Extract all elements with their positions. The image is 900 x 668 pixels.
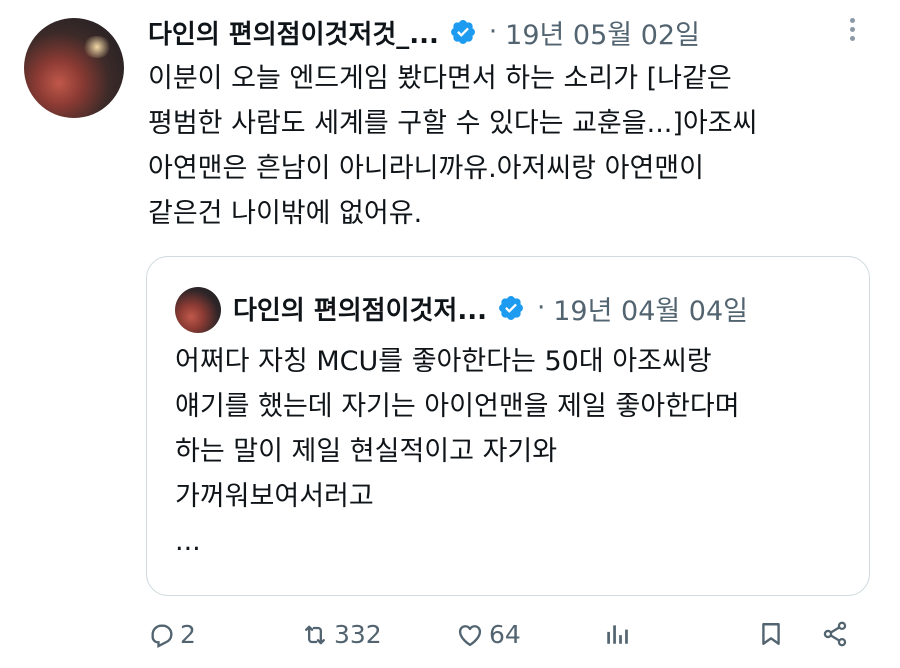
author-name[interactable]: 다인의 편의점이것저것_...	[148, 14, 439, 51]
bookmark-icon	[758, 620, 784, 648]
avatar-photo-highlight	[82, 36, 112, 58]
verified-badge-icon	[449, 18, 477, 46]
quote-text-line: 어쩌다 자칭 MCU를 좋아한다는 50대 아조씨랑	[175, 346, 712, 377]
tweet-header: 다인의 편의점이것저것_... · 19년 05월 02일	[148, 10, 700, 54]
quote-date: 19년 04월 04일	[553, 295, 748, 327]
avatar[interactable]	[24, 18, 124, 118]
reply-icon	[148, 621, 176, 649]
tweet-text: 이분이 오늘 엔드게임 봤다면서 하는 소리가 [나같은 평범한 사람도 세계를…	[148, 56, 868, 236]
analytics-icon	[604, 620, 630, 648]
quote-header: 다인의 편의점이것저... · 19년 04월 04일	[233, 285, 748, 331]
quote-text: 어쩌다 자칭 MCU를 좋아한다는 50대 아조씨랑 얘기를 했는데 자기는 아…	[175, 339, 855, 564]
quote-text-line: 얘기를 했는데 자기는 아이언맨을 제일 좋아한다며	[175, 391, 740, 422]
quote-text-line: ...	[175, 526, 201, 557]
quote-separator: ·	[536, 293, 546, 323]
tweet-text-line: 평범한 사람도 세계를 구할 수 있다는 교훈을...]아조씨	[148, 108, 758, 139]
heart-icon	[455, 621, 485, 649]
quote-avatar	[175, 287, 221, 333]
tweet-text-line: 아연맨은 흔남이 아니라니까유.아저씨랑 아연맨이	[148, 153, 704, 184]
action-bar: 2 332 64	[0, 612, 900, 668]
quote-text-line: 하는 말이 제일 현실적이고 자기와	[175, 436, 558, 467]
like-button[interactable]: 64	[455, 620, 521, 649]
quote-author-name: 다인의 편의점이것저...	[233, 295, 487, 326]
reply-count: 2	[180, 620, 196, 649]
verified-badge-icon	[497, 294, 525, 322]
reply-button[interactable]: 2	[148, 620, 196, 649]
share-button[interactable]	[820, 620, 850, 648]
tweet-text-line: 같은건 나이밖에 없어유.	[148, 198, 423, 229]
retweet-button[interactable]: 332	[300, 620, 382, 649]
separator: ·	[488, 17, 498, 47]
tweet-date[interactable]: 19년 05월 02일	[505, 13, 700, 52]
retweet-icon	[300, 621, 330, 649]
share-icon	[820, 620, 850, 648]
like-count: 64	[489, 620, 521, 649]
quote-text-line: 가꺼워보여서러고	[175, 481, 374, 512]
bookmark-button[interactable]	[758, 620, 784, 648]
more-icon[interactable]	[842, 18, 862, 48]
retweet-count: 332	[334, 620, 382, 649]
quoted-tweet[interactable]: 다인의 편의점이것저... · 19년 04월 04일 어쩌다 자칭 MCU를 …	[146, 256, 870, 596]
views-button[interactable]	[604, 620, 630, 648]
tweet-text-line: 이분이 오늘 엔드게임 봤다면서 하는 소리가 [나같은	[148, 63, 732, 94]
